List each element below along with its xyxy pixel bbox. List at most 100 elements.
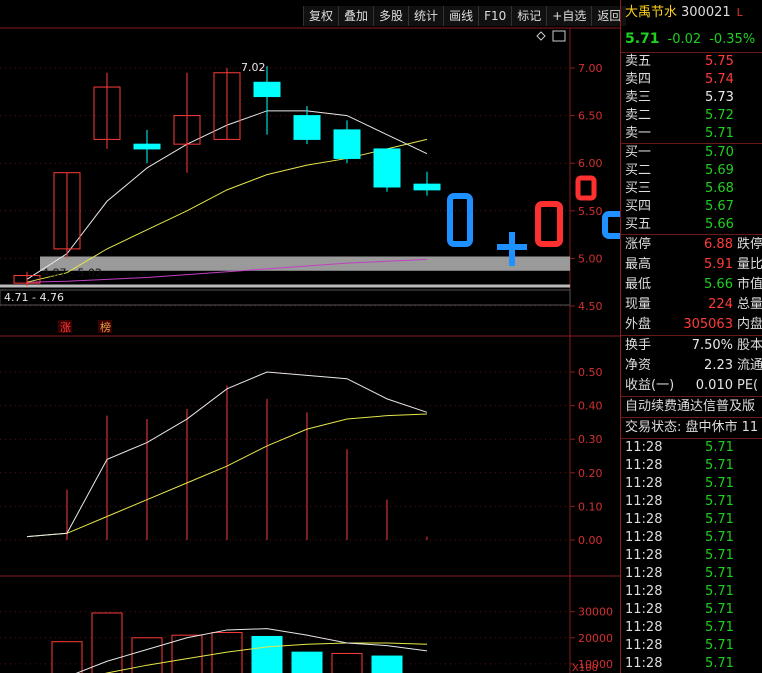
ask-row[interactable]: 卖二 5.72 <box>621 107 762 125</box>
stat-value: 224 <box>708 297 733 312</box>
pane-0-tick-label: 5.00 <box>578 252 603 265</box>
tick-time: 11:28 <box>625 476 663 491</box>
tick-row[interactable]: 11:28 5.71 <box>621 637 762 655</box>
volume-bar <box>371 655 403 673</box>
stat-label-2: 流通 <box>737 358 762 373</box>
candle-body <box>133 143 161 150</box>
tick-time: 11:28 <box>625 530 663 545</box>
bid-price: 5.68 <box>705 181 734 196</box>
toolbar-button-4[interactable]: 画线 <box>443 6 479 26</box>
tick-row[interactable]: 11:28 5.71 <box>621 547 762 565</box>
stat-row: 涨停 6.88 跌停 <box>621 235 762 255</box>
tick-row[interactable]: 11:28 5.71 <box>621 565 762 583</box>
bid-price: 5.69 <box>705 163 734 178</box>
stat-label: 最高 <box>625 257 652 272</box>
tick-time: 11:28 <box>625 512 663 527</box>
tick-price: 5.71 <box>705 602 734 617</box>
stat-label-2: 股本 <box>737 338 762 353</box>
tick-list[interactable]: 11:28 5.71 11:28 5.71 11:28 5.71 11:28 5.71 11:2… <box>621 439 762 673</box>
bid-price: 5.70 <box>705 145 734 160</box>
tick-row[interactable]: 11:28 5.71 <box>621 601 762 619</box>
ask-row[interactable]: 卖四 5.74 <box>621 71 762 89</box>
tick-row[interactable]: 11:28 5.71 <box>621 583 762 601</box>
ask-row[interactable]: 卖三 5.73 <box>621 89 762 107</box>
ask-label: 卖三 <box>625 90 652 105</box>
chart-area[interactable]: 7.00 6.50 6.00 5.50 5.00 4.50 7.02 4.87 - 5.02 4… <box>0 0 620 673</box>
candle-body <box>373 148 401 188</box>
tick-time: 11:28 <box>625 602 663 617</box>
stat-row: 净资 2.23 流通 <box>621 356 762 376</box>
bid-label: 买五 <box>625 217 652 232</box>
bid-row[interactable]: 买二 5.69 <box>621 162 762 180</box>
chart-canvas[interactable]: 7.00 6.50 6.00 5.50 5.00 4.50 7.02 4.87 - 5.02 4… <box>0 0 620 673</box>
tick-price: 5.71 <box>705 566 734 581</box>
toolbar-button-2[interactable]: 多股 <box>373 6 409 26</box>
tick-row[interactable]: 11:28 5.71 <box>621 439 762 457</box>
toolbar-button-1[interactable]: 叠加 <box>338 6 374 26</box>
stat-label-2: 量比 <box>736 257 762 272</box>
stat-row: 换手 7.50% 股本 <box>621 336 762 356</box>
stat-label: 现量 <box>625 297 652 312</box>
tick-time: 11:28 <box>625 548 663 563</box>
market-mark: L <box>736 6 743 19</box>
tick-price: 5.71 <box>705 458 734 473</box>
bid-row[interactable]: 买一 5.70 <box>621 144 762 162</box>
tick-row[interactable]: 11:28 5.71 <box>621 493 762 511</box>
pane-2-tick-label: 30000 <box>578 606 613 619</box>
toolbar-button-0[interactable]: 复权 <box>303 6 339 26</box>
tick-row[interactable]: 11:28 5.71 <box>621 511 762 529</box>
draw-shape-red-rect <box>535 201 563 247</box>
tick-time: 11:28 <box>625 494 663 509</box>
diamond-icon <box>536 31 546 41</box>
tick-row[interactable]: 11:28 5.71 <box>621 655 762 673</box>
volume-unit-label: X100 <box>572 663 598 673</box>
volume-bar <box>291 651 323 673</box>
badge-1: 榜 <box>100 320 111 334</box>
tick-row[interactable]: 11:28 5.71 <box>621 619 762 637</box>
price-change: -0.02 <box>667 32 702 47</box>
bid-label: 买一 <box>625 145 652 160</box>
toolbar-button-6[interactable]: 标记 <box>511 6 547 26</box>
range-label-box <box>0 289 571 306</box>
tick-time: 11:28 <box>625 620 663 635</box>
bid-price: 5.66 <box>705 217 734 232</box>
pane-1-tick-label: 0.50 <box>578 366 603 379</box>
concept-line[interactable]: 自动续费通达信普及版 <box>621 397 762 418</box>
tick-row[interactable]: 11:28 5.71 <box>621 475 762 493</box>
quote-panel: 大禹节水 300021 L 5.71 -0.02 -0.35% 卖五 5.75 卖四 5.74… <box>620 0 762 673</box>
toolbar-button-5[interactable]: F10 <box>478 6 512 26</box>
ask-row[interactable]: 卖一 5.71 <box>621 125 762 143</box>
tick-row[interactable]: 11:28 5.71 <box>621 529 762 547</box>
bid-row[interactable]: 买五 5.66 <box>621 216 762 234</box>
volume-bar <box>51 641 83 673</box>
toolbar-button-3[interactable]: 统计 <box>408 6 444 26</box>
trade-status: 交易状态: 盘中休市 11 <box>621 418 762 439</box>
stats-list: 涨停 6.88 跌停 最高 5.91 量比 最低 5.66 市值 现量 224 总量 外盘 305063 内… <box>621 235 762 336</box>
pane-1-tick-label: 0.00 <box>578 534 603 547</box>
tick-row[interactable]: 11:28 5.71 <box>621 457 762 475</box>
tick-time: 11:28 <box>625 656 663 671</box>
stats-list-2: 换手 7.50% 股本 净资 2.23 流通 收益(一) 0.010 PE( <box>621 336 762 397</box>
bid-row[interactable]: 买三 5.68 <box>621 180 762 198</box>
ask-row[interactable]: 卖五 5.75 <box>621 53 762 71</box>
toolbar-button-7[interactable]: +自选 <box>546 6 592 26</box>
ask-label: 卖五 <box>625 54 652 69</box>
stat-row: 最低 5.66 市值 <box>621 275 762 295</box>
stat-label: 外盘 <box>625 317 652 332</box>
candle-body <box>253 81 281 98</box>
pane-1-tick-label: 0.20 <box>578 467 603 480</box>
stat-label: 换手 <box>625 338 652 353</box>
tick-time: 11:28 <box>625 584 663 599</box>
draw-shape-blue-wide <box>602 211 620 239</box>
candle-body <box>293 115 321 140</box>
pane-0-tick-label: 6.50 <box>578 110 603 123</box>
bid-label: 买四 <box>625 199 652 214</box>
ask-label: 卖一 <box>625 126 652 141</box>
candle-body <box>413 183 441 191</box>
stat-row: 收益(一) 0.010 PE( <box>621 376 762 396</box>
stat-label: 涨停 <box>625 237 652 252</box>
volume-bar <box>91 612 123 673</box>
bid-row[interactable]: 买四 5.67 <box>621 198 762 216</box>
tick-price: 5.71 <box>705 530 734 545</box>
bid-label: 买三 <box>625 181 652 196</box>
